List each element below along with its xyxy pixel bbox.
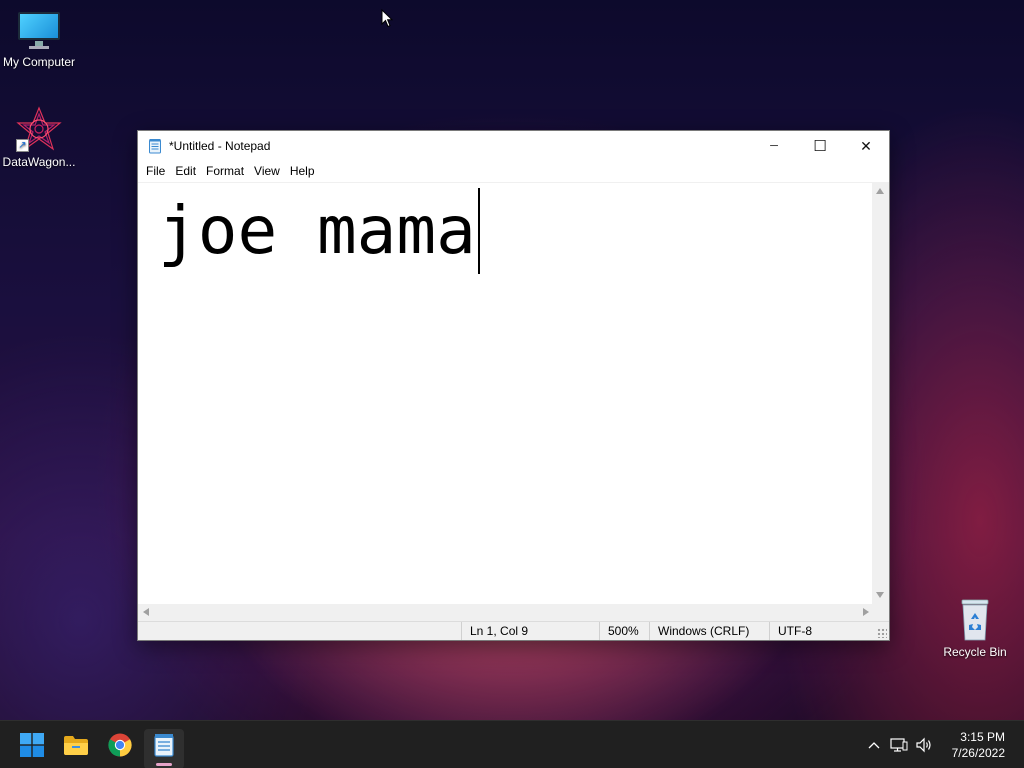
horizontal-scrollbar[interactable] [138,604,874,621]
menu-file[interactable]: File [141,161,170,181]
maximize-button[interactable]: ☐ [797,131,843,161]
volume-icon[interactable] [912,737,936,753]
menu-view[interactable]: View [249,161,285,181]
taskbar-notepad[interactable] [144,729,184,768]
menu-bar: File Edit Format View Help [138,161,889,181]
desktop-icon-label: My Computer [2,55,76,69]
scroll-down-arrow-icon[interactable] [876,592,884,598]
recycle-bin-icon [956,598,994,642]
vertical-scrollbar[interactable] [872,182,889,604]
desktop-icon-label: DataWagon... [2,155,76,169]
windows-start-icon [20,733,44,760]
status-cursor-position: Ln 1, Col 9 [461,622,599,640]
clock-time: 3:15 PM [960,730,1005,744]
start-button[interactable] [12,729,52,768]
status-encoding: UTF-8 [769,622,887,640]
desktop-icon-my-computer[interactable]: My Computer [0,10,78,69]
notepad-window[interactable]: *Untitled - Notepad ─ ☐ ✕ File Edit Form… [137,130,890,641]
taskbar-chrome[interactable] [100,729,140,768]
maximize-icon: ☐ [813,138,827,155]
title-bar[interactable]: *Untitled - Notepad ─ ☐ ✕ [138,131,889,161]
monitor-icon [18,10,60,52]
editor-content[interactable]: joe mama [158,188,480,274]
taskbar-clock[interactable]: 3:15 PM 7/26/2022 [952,729,1005,761]
scroll-left-arrow-icon[interactable] [143,608,149,616]
minimize-button[interactable]: ─ [751,131,797,161]
status-zoom: 500% [599,622,649,640]
desktop-icon-datawagon[interactable]: ↗ DataWagon... [0,106,78,169]
menu-edit[interactable]: Edit [170,161,201,181]
mouse-cursor-icon [381,8,394,31]
text-caret [477,188,480,274]
notepad-icon [153,733,175,760]
chrome-icon [108,733,132,760]
notepad-app-icon [147,138,163,154]
close-icon: ✕ [860,137,872,154]
desktop-icon-recycle-bin[interactable]: Recycle Bin [936,598,1014,659]
status-bar: Ln 1, Col 9 500% Windows (CRLF) UTF-8 [138,621,889,640]
scrollbar-corner [872,604,889,621]
resize-grip-icon[interactable] [877,628,887,638]
system-tray [862,721,936,768]
taskbar-file-explorer[interactable] [56,729,96,768]
scroll-up-arrow-icon[interactable] [876,188,884,194]
menu-help[interactable]: Help [285,161,320,181]
chevron-up-icon[interactable] [862,741,886,749]
scroll-right-arrow-icon[interactable] [863,608,869,616]
text-editor-area[interactable]: joe mama [138,182,881,604]
datawagon-icon: ↗ [16,106,62,152]
window-title: *Untitled - Notepad [169,139,271,153]
close-button[interactable]: ✕ [843,131,889,161]
editor-text: joe mama [158,192,476,269]
minimize-icon: ─ [770,140,778,152]
active-app-indicator [156,763,172,766]
taskbar: 3:15 PM 7/26/2022 [0,720,1024,768]
desktop-icon-label: Recycle Bin [943,645,1007,659]
menu-format[interactable]: Format [201,161,249,181]
network-icon[interactable] [886,737,912,753]
shortcut-arrow-icon: ↗ [16,139,29,152]
folder-icon [63,733,89,760]
clock-date: 7/26/2022 [951,746,1005,760]
status-line-endings: Windows (CRLF) [649,622,769,640]
